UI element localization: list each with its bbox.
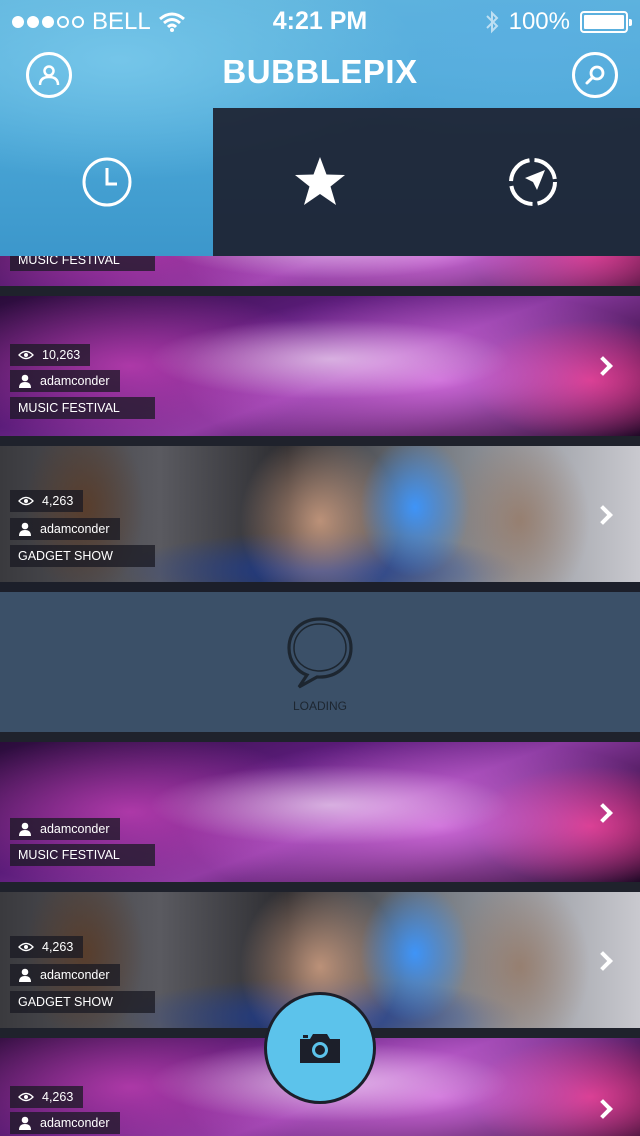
username: adamconder	[40, 822, 110, 836]
divider	[0, 286, 640, 296]
feed-item[interactable]: 10,263 adamconder MUSIC FESTIVAL	[0, 296, 640, 436]
username: adamconder	[40, 522, 110, 536]
eye-icon	[18, 942, 34, 952]
camera-button[interactable]	[264, 992, 376, 1104]
user-badge[interactable]: adamconder	[10, 370, 120, 392]
tab-favorites[interactable]	[213, 108, 426, 256]
loading-label: LOADING	[292, 699, 347, 713]
bluetooth-icon	[485, 10, 499, 34]
user-icon	[19, 1116, 31, 1130]
search-button[interactable]	[572, 52, 618, 98]
eye-icon	[18, 496, 34, 506]
user-badge[interactable]: adamconder	[10, 1112, 120, 1134]
star-icon	[294, 157, 345, 205]
user-icon	[19, 522, 31, 536]
category-label: GADGET SHOW	[18, 995, 113, 1009]
chevron-right-icon[interactable]	[593, 505, 613, 525]
user-icon	[19, 374, 31, 388]
user-badge[interactable]: adamconder	[10, 518, 120, 540]
speech-bubble-icon	[287, 617, 353, 689]
chevron-right-icon[interactable]	[593, 803, 613, 823]
chevron-right-icon[interactable]	[593, 951, 613, 971]
divider	[0, 882, 640, 892]
user-badge[interactable]: adamconder	[10, 818, 120, 840]
username: adamconder	[40, 968, 110, 982]
category-badge: MUSIC FESTIVAL	[10, 397, 155, 419]
divider	[0, 436, 640, 446]
views-badge: 4,263	[10, 490, 84, 512]
tab-bar	[0, 108, 640, 256]
battery-icon	[580, 11, 632, 33]
category-label: MUSIC FESTIVAL	[18, 401, 120, 415]
search-icon	[585, 65, 605, 85]
category-badge: GADGET SHOW	[10, 991, 155, 1013]
eye-icon	[18, 350, 34, 360]
app-title: BUBBLEPIX	[222, 53, 418, 90]
username: adamconder	[40, 1116, 110, 1130]
battery-percent: 100%	[508, 8, 570, 35]
tab-explore[interactable]	[426, 108, 640, 256]
views-count: 4,263	[42, 494, 74, 508]
user-badge[interactable]: adamconder	[10, 964, 120, 986]
views-count: 10,263	[42, 348, 81, 362]
user-icon	[19, 968, 31, 982]
status-bar: BELL 4:21 PM 100%	[0, 0, 640, 40]
tab-recent[interactable]	[0, 108, 213, 256]
feed-item[interactable]: 4,263 adamconder GADGET SHOW	[0, 446, 640, 582]
user-icon	[19, 822, 31, 836]
category-badge: MUSIC FESTIVAL	[10, 844, 155, 866]
views-count: 4,263	[42, 940, 74, 954]
app-header: BELL 4:21 PM 100% BUBBLEPIX	[0, 0, 640, 256]
username: adamconder	[40, 374, 110, 388]
chevron-right-icon[interactable]	[593, 356, 613, 376]
views-count: 4,263	[42, 1090, 74, 1104]
eye-icon	[18, 1092, 34, 1102]
views-badge: 10,263	[10, 344, 91, 366]
camera-icon	[300, 1034, 340, 1063]
compass-icon	[509, 158, 557, 206]
category-label: MUSIC FESTIVAL	[18, 848, 120, 862]
feed-item[interactable]: adamconder MUSIC FESTIVAL	[0, 742, 640, 882]
clock-icon	[82, 157, 131, 207]
chevron-right-icon[interactable]	[593, 1099, 613, 1119]
views-badge: 4,263	[10, 1086, 84, 1108]
status-right: 100%	[485, 8, 632, 36]
category-badge: GADGET SHOW	[10, 545, 155, 567]
views-badge: 4,263	[10, 936, 84, 958]
divider	[0, 732, 640, 742]
category-label: GADGET SHOW	[18, 549, 113, 563]
